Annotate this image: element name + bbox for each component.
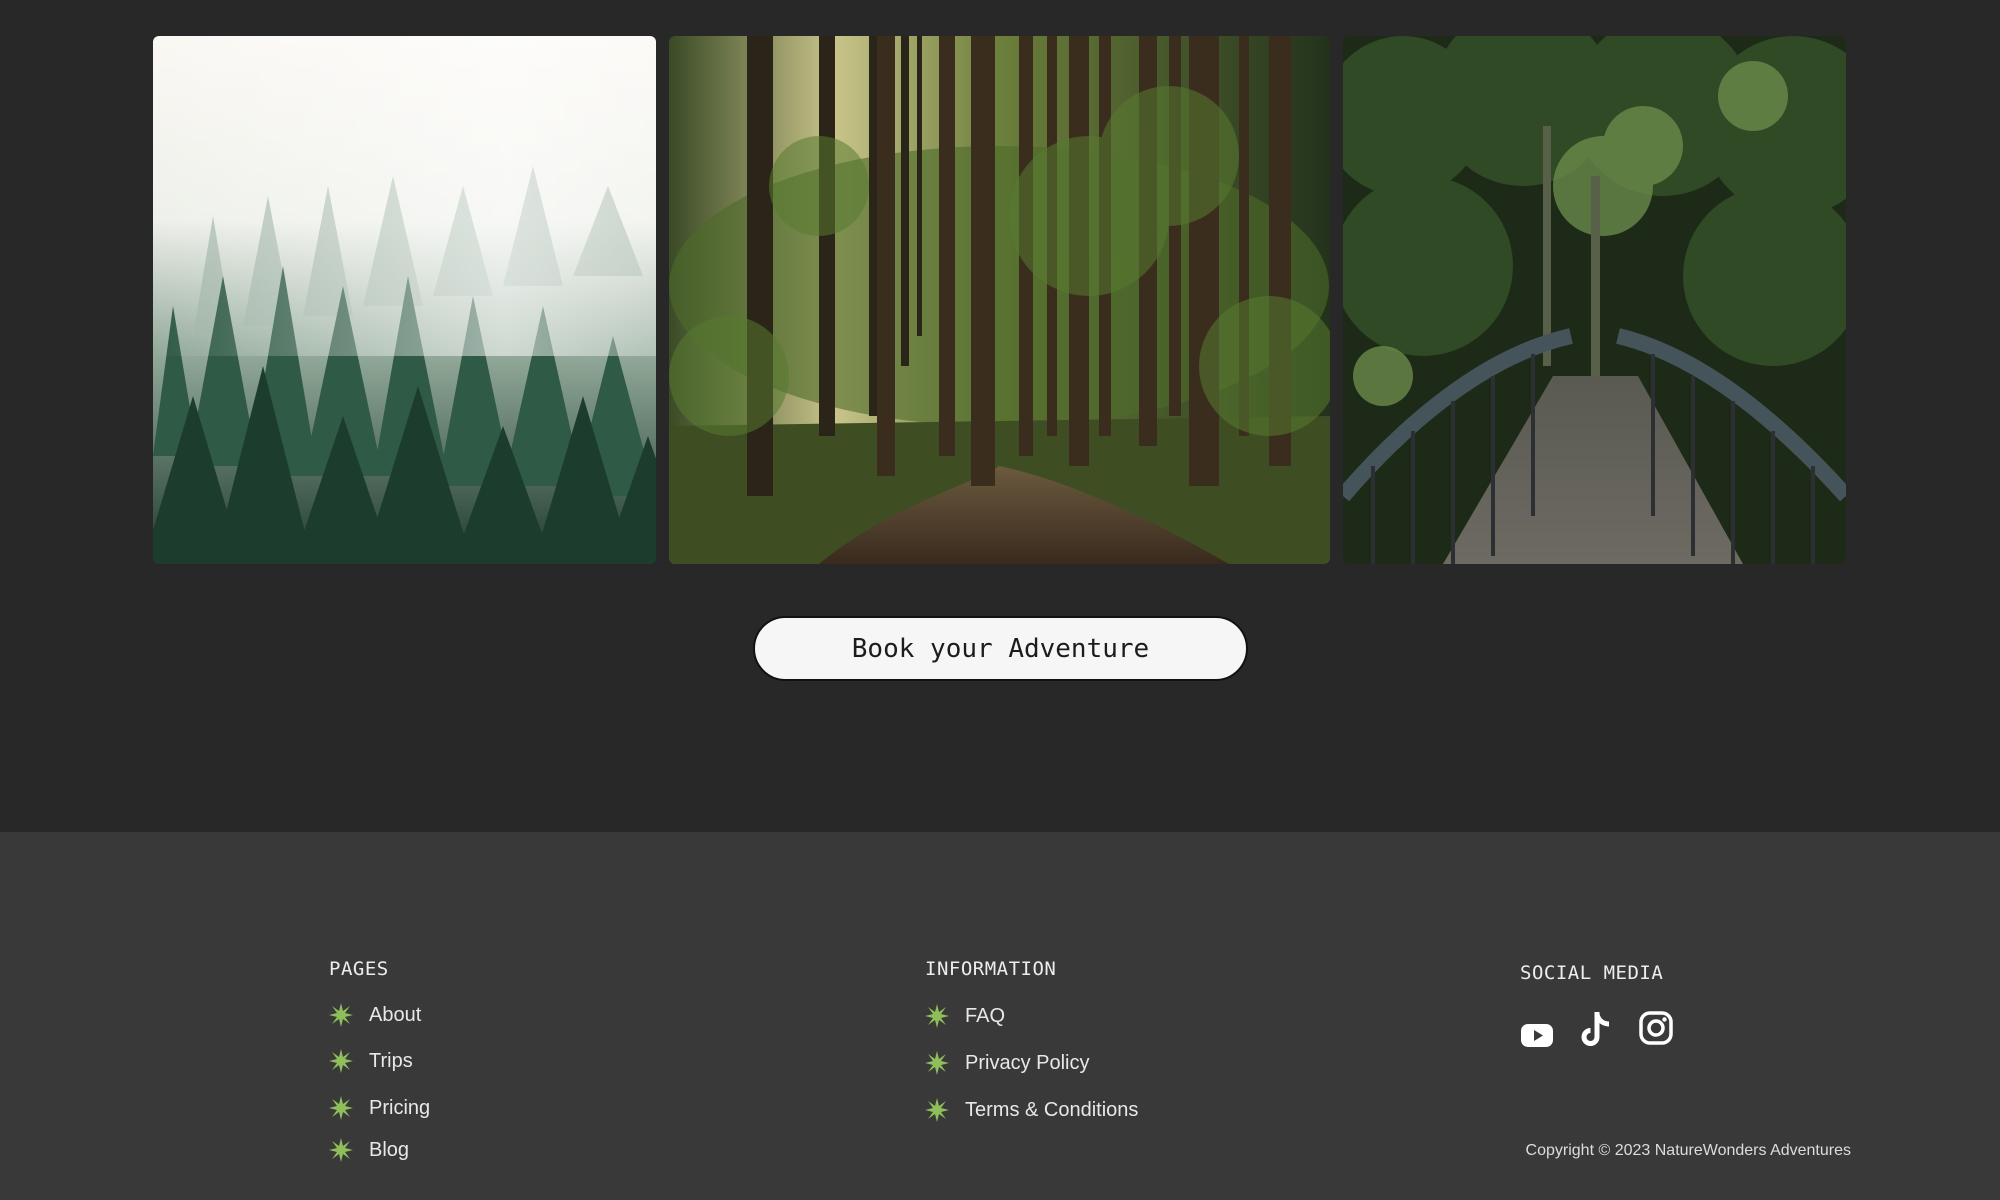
footer-link-label: Pricing (369, 1096, 431, 1119)
footer-information-column: INFORMATION FAQ Privacy Policy Terms & C… (925, 958, 1138, 1122)
forest-trail-photo (669, 36, 1330, 564)
footer-link-label: Privacy Policy (965, 1051, 1090, 1074)
star-bullet-icon (329, 1003, 353, 1027)
footer-information-heading: INFORMATION (925, 958, 1057, 980)
star-bullet-icon (329, 1049, 353, 1073)
footer-pages-heading: PAGES (329, 958, 389, 980)
tiktok-icon[interactable] (1578, 1010, 1614, 1050)
copyright-text: Copyright © 2023 NatureWonders Adventure… (1525, 1142, 1851, 1159)
book-adventure-button[interactable]: Book your Adventure (753, 616, 1248, 681)
social-icon-row (1520, 1010, 1698, 1052)
footer-link-faq[interactable]: FAQ (925, 1004, 1005, 1028)
misty-forest-photo (153, 36, 656, 564)
star-bullet-icon (329, 1096, 353, 1120)
footer-pages-column: PAGES About Trips Pricing Blog (329, 958, 430, 1162)
youtube-icon[interactable] (1520, 1018, 1554, 1052)
footer-link-label: Terms & Conditions (965, 1098, 1139, 1121)
footer-link-label: About (369, 1003, 422, 1026)
footer-link-terms[interactable]: Terms & Conditions (925, 1098, 1138, 1122)
bridge-photo (1343, 36, 1846, 564)
site-footer: PAGES About Trips Pricing Blog INFORMATI… (0, 832, 2000, 1200)
footer-social-heading: SOCIAL MEDIA (1520, 962, 1664, 984)
footer-social-column: SOCIAL MEDIA (1520, 962, 1673, 1047)
footer-link-privacy-policy[interactable]: Privacy Policy (925, 1051, 1089, 1075)
star-bullet-icon (925, 1098, 949, 1122)
star-bullet-icon (329, 1138, 353, 1162)
footer-link-about[interactable]: About (329, 1003, 421, 1027)
footer-link-blog[interactable]: Blog (329, 1138, 409, 1162)
footer-link-label: Blog (369, 1138, 410, 1161)
footer-link-label: Trips (369, 1049, 413, 1072)
instagram-icon[interactable] (1638, 1010, 1674, 1046)
photo-gallery (153, 36, 1846, 564)
star-bullet-icon (925, 1051, 949, 1075)
footer-link-trips[interactable]: Trips (329, 1049, 413, 1073)
footer-link-label: FAQ (965, 1004, 1006, 1027)
footer-link-pricing[interactable]: Pricing (329, 1096, 430, 1120)
star-bullet-icon (925, 1004, 949, 1028)
